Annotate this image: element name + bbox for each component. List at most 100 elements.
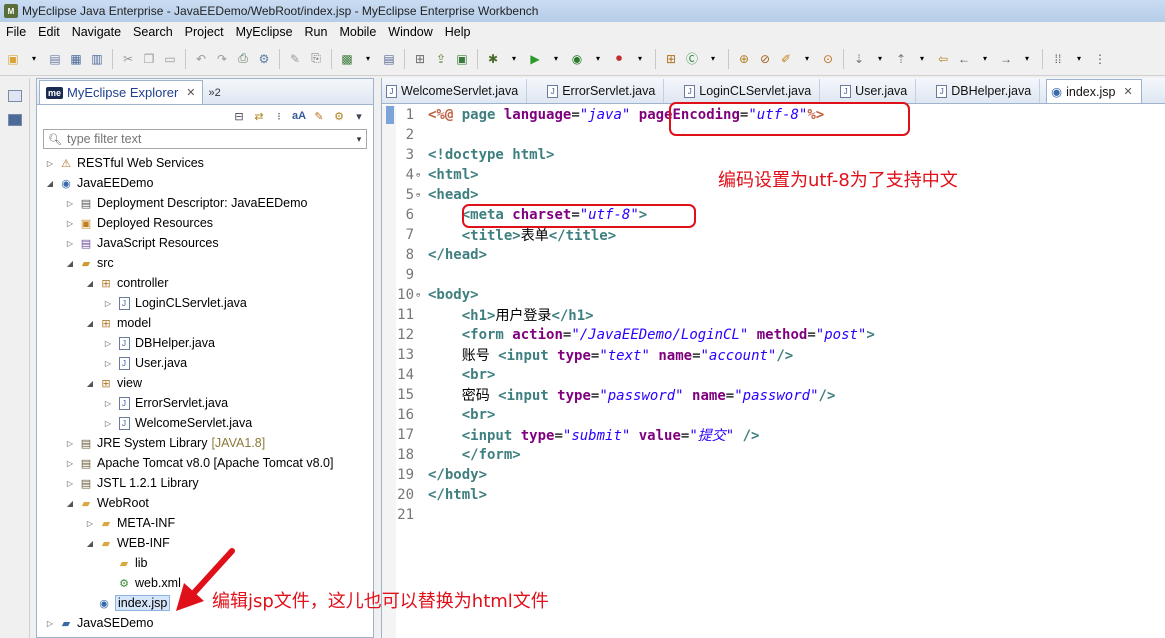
debug-dropdown-icon[interactable]: ▾ [505, 50, 523, 68]
tab-user[interactable]: J User.java [820, 79, 917, 103]
tree-item-webroot[interactable]: ◢ ▰ WebRoot [37, 493, 373, 513]
tree-item-model[interactable]: ◢ ⊞ model [37, 313, 373, 333]
menu-edit[interactable]: Edit [32, 25, 66, 39]
tree-item-logincl-servlet[interactable]: ▷ J LoginCLServlet.java [37, 293, 373, 313]
paste-icon[interactable]: ▭ [161, 50, 179, 68]
open-type-icon[interactable]: ⊕ [735, 50, 753, 68]
menu-file[interactable]: File [0, 25, 32, 39]
restore-view-icon[interactable] [8, 90, 22, 102]
menu-mobile[interactable]: Mobile [333, 25, 382, 39]
tree-item-restful-web-services[interactable]: ▷ ⚠ RESTful Web Services [37, 153, 373, 173]
forward-dropdown-icon[interactable]: ▾ [1018, 50, 1036, 68]
next-annotation-dropdown-icon[interactable]: ▾ [871, 50, 889, 68]
font-icon[interactable]: aA [291, 108, 307, 124]
menu-help[interactable]: Help [439, 25, 477, 39]
menu-window[interactable]: Window [382, 25, 438, 39]
fold-collapse-icon[interactable]: ⊖ [416, 191, 426, 199]
tree-item-dbhelper[interactable]: ▷ J DBHelper.java [37, 333, 373, 353]
external-dropdown-icon[interactable]: ▾ [631, 50, 649, 68]
perspective-icon[interactable]: ⁞⁞ [1049, 50, 1067, 68]
server-icon[interactable]: ⊞ [411, 50, 429, 68]
tree-item-javascript-resources[interactable]: ▷ ▤ JavaScript Resources [37, 233, 373, 253]
tree-item-jre-system-library[interactable]: ▷ ▤ JRE System Library [JAVA1.8] [37, 433, 373, 453]
tab-overflow-indicator[interactable]: »2 [209, 87, 221, 99]
collapse-icon[interactable]: ◢ [65, 259, 75, 268]
tab-myeclipse-explorer[interactable]: me MyEclipse Explorer ✕ [39, 80, 203, 104]
save-all-icon[interactable]: ▥ [88, 50, 106, 68]
tab-welcome-servlet[interactable]: J WelcomeServlet.java [382, 79, 528, 103]
print-icon[interactable]: ⎙ [234, 50, 252, 68]
expand-icon[interactable]: ▷ [85, 519, 95, 528]
open-browser-icon[interactable]: ▣ [453, 50, 471, 68]
expand-icon[interactable]: ▷ [103, 419, 113, 428]
collapse-icon[interactable]: ◢ [45, 179, 55, 188]
tree-item-controller[interactable]: ◢ ⊞ controller [37, 273, 373, 293]
back-icon[interactable]: ← [955, 50, 973, 68]
open-perspective-icon[interactable]: ⋮ [1091, 50, 1109, 68]
tree-item-src[interactable]: ◢ ▰ src [37, 253, 373, 273]
expand-icon[interactable]: ▷ [65, 479, 75, 488]
filter-dropdown-icon[interactable]: ▾ [352, 130, 366, 148]
expand-icon[interactable]: ▷ [103, 399, 113, 408]
close-icon[interactable]: ✕ [1123, 85, 1132, 98]
expand-icon[interactable]: ▷ [45, 619, 55, 628]
back-dropdown-icon[interactable]: ▾ [976, 50, 994, 68]
edit-icon[interactable]: ✎ [286, 50, 304, 68]
menu-run[interactable]: Run [299, 25, 334, 39]
copy-icon[interactable]: ❐ [140, 50, 158, 68]
expand-icon[interactable]: ▷ [65, 239, 75, 248]
collapse-icon[interactable]: ◢ [85, 319, 95, 328]
cut-icon[interactable]: ✂ [119, 50, 137, 68]
tree-item-meta-inf[interactable]: ▷ ▰ META-INF [37, 513, 373, 533]
menu-project[interactable]: Project [179, 25, 230, 39]
tree-item-welcome-servlet[interactable]: ▷ J WelcomeServlet.java [37, 413, 373, 433]
menu-search[interactable]: Search [127, 25, 179, 39]
new-class-dropdown-icon[interactable]: ▾ [704, 50, 722, 68]
collapse-icon[interactable]: ◢ [85, 379, 95, 388]
tree-item-apache-tomcat[interactable]: ▷ ▤ Apache Tomcat v8.0 [Apache Tomcat v8… [37, 453, 373, 473]
last-edit-icon[interactable]: ⇦ [934, 50, 952, 68]
collapse-all-icon[interactable]: ⊟ [231, 108, 247, 124]
new-dropdown-icon[interactable]: ▾ [25, 50, 43, 68]
wrap-icon[interactable]: ⎘ [307, 50, 325, 68]
new-class-icon[interactable]: Ⓒ [683, 50, 701, 68]
new-icon[interactable]: ▣ [4, 50, 22, 68]
tab-index-jsp[interactable]: ◉ index.jsp ✕ [1046, 79, 1142, 103]
grid-icon[interactable]: ▩ [338, 50, 356, 68]
view-settings-icon[interactable]: ⚙ [331, 108, 347, 124]
next-annotation-icon[interactable]: ⇣ [850, 50, 868, 68]
collapse-icon[interactable]: ◢ [85, 279, 95, 288]
fold-collapse-icon[interactable]: ⊖ [416, 171, 426, 179]
expand-icon[interactable]: ▷ [45, 159, 55, 168]
expand-icon[interactable]: ▷ [65, 199, 75, 208]
coverage-dropdown-icon[interactable]: ▾ [589, 50, 607, 68]
collapse-icon[interactable]: ◢ [65, 499, 75, 508]
tree-item-deployed-resources[interactable]: ▷ ▣ Deployed Resources [37, 213, 373, 233]
menu-navigate[interactable]: Navigate [66, 25, 127, 39]
form-icon[interactable]: ▤ [380, 50, 398, 68]
run-dropdown-icon[interactable]: ▾ [547, 50, 565, 68]
quick-edit-icon[interactable]: ✎ [311, 108, 327, 124]
redo-icon[interactable]: ↷ [213, 50, 231, 68]
open-task-icon[interactable]: ⊘ [756, 50, 774, 68]
expand-icon[interactable]: ▷ [65, 219, 75, 228]
new-project-icon[interactable]: ▤ [46, 50, 64, 68]
tree-item-javaeedemo[interactable]: ◢ ◉ JavaEEDemo [37, 173, 373, 193]
filter-input[interactable] [66, 132, 347, 146]
link-editor-icon[interactable]: ⇄ [251, 108, 267, 124]
expand-icon[interactable]: ▷ [65, 439, 75, 448]
tab-error-servlet[interactable]: J ErrorServlet.java [527, 79, 665, 103]
tree-item-user[interactable]: ▷ J User.java [37, 353, 373, 373]
perspective-dropdown-icon[interactable]: ▾ [1070, 50, 1088, 68]
run-icon[interactable]: ▶ [526, 50, 544, 68]
deploy-icon[interactable]: ⇪ [432, 50, 450, 68]
collapse-icon[interactable]: ◢ [85, 539, 95, 548]
tree-item-view[interactable]: ◢ ⊞ view [37, 373, 373, 393]
tree-item-error-servlet[interactable]: ▷ J ErrorServlet.java [37, 393, 373, 413]
filter-icon[interactable]: ⁝ [271, 108, 287, 124]
close-icon[interactable]: ✕ [186, 86, 195, 99]
search-dropdown-icon[interactable]: ▾ [798, 50, 816, 68]
minimized-view-icon[interactable] [8, 114, 22, 126]
expand-icon[interactable]: ▷ [103, 359, 113, 368]
search-tool-icon[interactable]: ✐ [777, 50, 795, 68]
